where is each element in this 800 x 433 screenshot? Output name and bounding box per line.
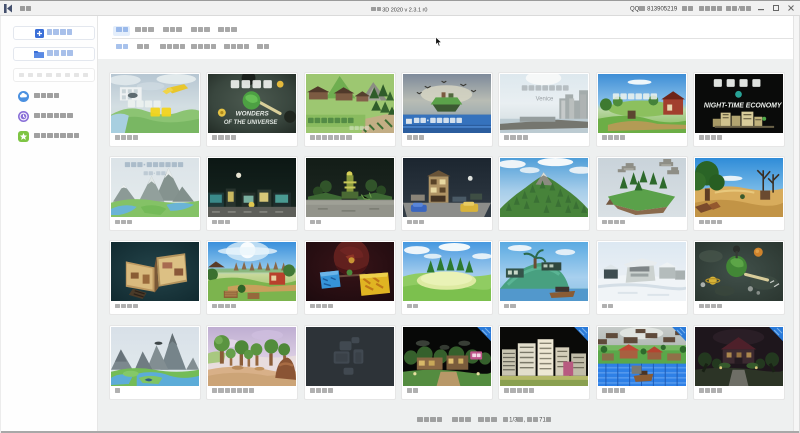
svg-text:NIGHT-TIME ECONOMY: NIGHT-TIME ECONOMY <box>704 102 783 109</box>
svg-text:OF THE UNIVERSE: OF THE UNIVERSE <box>224 120 279 126</box>
svg-text:WONDERS: WONDERS <box>236 111 270 118</box>
svg-text:Venice: Venice <box>536 96 554 102</box>
